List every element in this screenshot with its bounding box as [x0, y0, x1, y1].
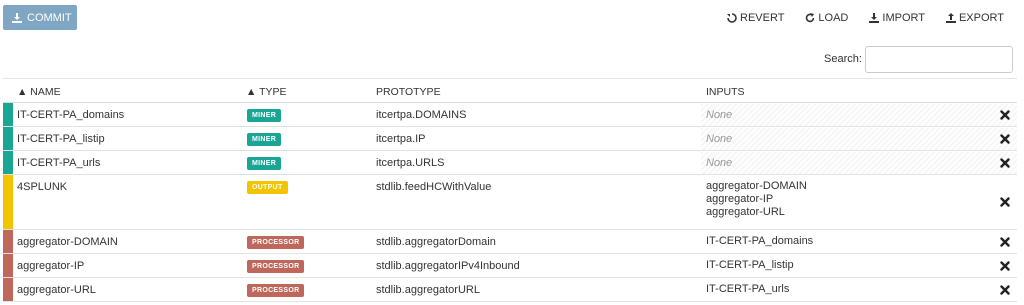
load-button[interactable]: LOAD: [805, 10, 848, 25]
toolbar: REVERT LOAD IMPORT EXPORT: [727, 10, 1004, 25]
table-row[interactable]: IT-CERT-PA_listip MINER itcertpa.IP None: [3, 127, 1017, 151]
close-icon[interactable]: [1000, 261, 1010, 271]
search-input[interactable]: [865, 46, 1013, 73]
inputs-column-header: INPUTS: [706, 86, 745, 98]
commit-button[interactable]: COMMIT: [3, 5, 77, 30]
nodes-table: ▲ NAME ▲ TYPE PROTOTYPE INPUTS IT-CERT-P…: [3, 78, 1017, 302]
import-label: IMPORT: [882, 11, 925, 24]
node-prototype: stdlib.aggregatorDomain: [376, 236, 496, 248]
input-item: aggregator-URL: [706, 206, 785, 218]
node-prototype: itcertpa.URLS: [376, 157, 445, 169]
export-button[interactable]: EXPORT: [945, 10, 1004, 25]
type-color-bar: [3, 127, 13, 150]
node-inputs: IT-CERT-PA_urls: [706, 283, 789, 296]
table-header: ▲ NAME ▲ TYPE PROTOTYPE INPUTS: [3, 78, 1017, 103]
node-prototype: stdlib.feedHCWithValue: [376, 181, 492, 193]
type-color-bar: [3, 175, 13, 229]
type-color-bar: [3, 254, 13, 277]
download-icon: [12, 12, 22, 23]
table-row[interactable]: IT-CERT-PA_domains MINER itcertpa.DOMAINS N…: [3, 103, 1017, 127]
input-item: IT-CERT-PA_domains: [706, 235, 814, 247]
close-icon[interactable]: [1000, 110, 1010, 120]
export-icon: [945, 12, 956, 23]
export-label: EXPORT: [958, 11, 1004, 24]
node-prototype: stdlib.aggregatorIPv4Inbound: [376, 260, 520, 272]
node-prototype: itcertpa.IP: [376, 133, 426, 145]
type-badge: MINER: [247, 109, 282, 122]
node-name[interactable]: 4SPLUNK: [17, 181, 67, 193]
input-item: aggregator-DOMAIN: [706, 180, 807, 192]
node-prototype: stdlib.aggregatorURL: [376, 284, 480, 296]
type-color-bar: [3, 230, 13, 253]
table-row[interactable]: aggregator-DOMAIN PROCESSOR stdlib.aggrega…: [3, 230, 1017, 254]
revert-label: REVERT: [740, 11, 785, 24]
node-name[interactable]: aggregator-IP: [17, 260, 84, 272]
type-badge: PROCESSOR: [247, 284, 305, 297]
close-icon[interactable]: [1000, 237, 1010, 247]
node-name[interactable]: aggregator-URL: [17, 284, 96, 296]
import-icon: [869, 12, 880, 23]
node-name[interactable]: IT-CERT-PA_urls: [17, 157, 100, 169]
table-row[interactable]: aggregator-URL PROCESSOR stdlib.aggregator…: [3, 278, 1017, 302]
type-column-header[interactable]: ▲ TYPE: [246, 86, 287, 98]
input-item: IT-CERT-PA_urls: [706, 283, 790, 295]
table-row[interactable]: 4SPLUNK OUTPUT stdlib.feedHCWithValue aggre…: [3, 175, 1017, 230]
node-prototype: itcertpa.DOMAINS: [376, 109, 467, 121]
inputs-none: None: [701, 128, 1017, 150]
inputs-none: None: [701, 152, 1017, 174]
node-name[interactable]: IT-CERT-PA_domains: [17, 109, 124, 121]
node-name[interactable]: IT-CERT-PA_listip: [17, 133, 105, 145]
close-icon[interactable]: [1000, 197, 1010, 207]
name-column-header[interactable]: ▲ NAME: [17, 86, 61, 98]
import-button[interactable]: IMPORT: [869, 10, 925, 25]
node-name[interactable]: aggregator-DOMAIN: [17, 236, 118, 248]
table-body: IT-CERT-PA_domains MINER itcertpa.DOMAINS N…: [3, 103, 1017, 302]
type-badge: PROCESSOR: [247, 260, 305, 273]
type-color-bar: [3, 103, 13, 126]
search-label: Search:: [824, 53, 862, 65]
type-badge: MINER: [247, 133, 282, 146]
revert-icon: [727, 12, 737, 23]
prototype-column-header: PROTOTYPE: [376, 86, 441, 98]
revert-button[interactable]: REVERT: [727, 10, 784, 25]
commit-label: COMMIT: [27, 11, 72, 24]
input-item: IT-CERT-PA_listip: [706, 259, 794, 271]
inputs-none: None: [701, 104, 1017, 126]
close-icon[interactable]: [1000, 285, 1010, 295]
close-icon[interactable]: [1000, 158, 1010, 168]
table-row[interactable]: aggregator-IP PROCESSOR stdlib.aggregatorI…: [3, 254, 1017, 278]
input-item: aggregator-IP: [706, 193, 774, 205]
type-color-bar: [3, 278, 13, 301]
type-badge: PROCESSOR: [247, 236, 305, 249]
refresh-icon: [806, 12, 815, 22]
close-icon[interactable]: [1000, 134, 1010, 144]
type-color-bar: [3, 151, 13, 174]
node-inputs: IT-CERT-PA_listip: [706, 259, 794, 272]
node-inputs: IT-CERT-PA_domains: [706, 235, 813, 248]
load-label: LOAD: [818, 11, 849, 24]
type-badge: OUTPUT: [247, 181, 288, 194]
node-inputs: aggregator-DOMAIN aggregator-IP aggregator…: [706, 180, 807, 219]
type-badge: MINER: [247, 157, 282, 170]
table-row[interactable]: IT-CERT-PA_urls MINER itcertpa.URLS None: [3, 151, 1017, 175]
